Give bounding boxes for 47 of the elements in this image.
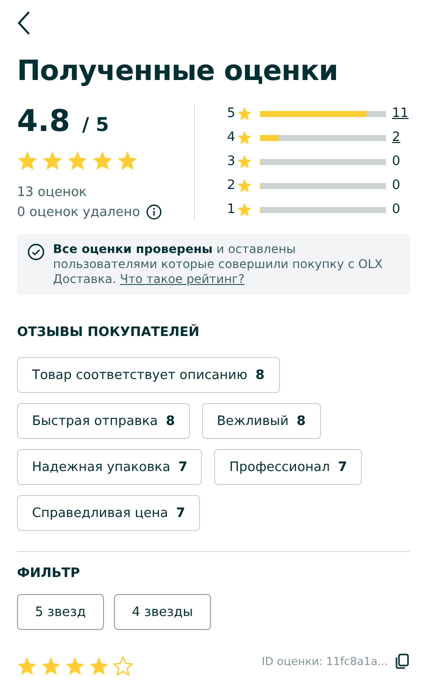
feedback-tag: Профессионал 7 <box>214 449 362 485</box>
ratings-count: 13 оценок <box>17 185 88 200</box>
section-heading: ФИЛЬТР <box>17 566 81 582</box>
star-level: 1 <box>227 202 236 217</box>
rating-count-link[interactable]: 2 <box>392 130 400 145</box>
star-level: 2 <box>227 178 236 193</box>
rating-count: 0 <box>392 202 400 217</box>
score-max: / 5 <box>82 114 109 136</box>
star-level: 4 <box>227 130 236 145</box>
star-icon <box>237 130 252 145</box>
star-level: 3 <box>227 154 236 169</box>
back-icon <box>17 10 31 36</box>
feedback-tag: Вежливый 8 <box>202 403 321 439</box>
star-level: 5 <box>227 106 236 121</box>
check-circle-icon <box>27 243 45 261</box>
star-icon <box>92 150 113 171</box>
star-icon <box>237 202 252 217</box>
star-icon <box>117 150 138 171</box>
review-id: ID оценки: 11fc8a1a... <box>262 654 388 668</box>
feedback-tag: Справедливая цена 7 <box>17 495 200 531</box>
copy-icon[interactable] <box>394 653 410 669</box>
star-icon <box>17 656 37 676</box>
rating-count-link[interactable]: 11 <box>392 106 409 121</box>
rating-count: 0 <box>392 178 400 193</box>
star-icon <box>237 178 252 193</box>
star-icon <box>237 154 252 169</box>
feedback-tag: Надежная упаковка 7 <box>17 449 202 485</box>
star-icon <box>17 150 38 171</box>
filter-button[interactable]: 4 звезды <box>114 594 212 630</box>
star-icon <box>67 150 88 171</box>
star-icon <box>89 656 109 676</box>
section-heading: ОТЗЫВЫ ПОКУПАТЕЛЕЙ <box>17 325 200 341</box>
star-icon <box>41 656 61 676</box>
star-icon <box>237 106 252 121</box>
filter-button[interactable]: 5 звезд <box>17 594 104 630</box>
feedback-tag: Быстрая отправка 8 <box>17 403 190 439</box>
feedback-tag: Товар соответствует описанию 8 <box>17 357 280 393</box>
average-score: 4.8 <box>17 104 70 140</box>
notice-text: Все оценки проверены и оставлены пользователями которые совершили покупку с OLX Доставка. Что такое рейтинг? <box>53 242 384 287</box>
star-icon <box>65 656 85 676</box>
info-icon[interactable] <box>146 204 162 220</box>
rating-info-link[interactable]: Что такое рейтинг? <box>120 272 245 286</box>
empty-star-icon <box>113 656 133 676</box>
rating-count: 0 <box>392 154 400 169</box>
page-title: Полученные оценки <box>17 54 339 88</box>
removed-count: 0 оценок удалено <box>17 204 140 220</box>
star-icon <box>42 150 63 171</box>
